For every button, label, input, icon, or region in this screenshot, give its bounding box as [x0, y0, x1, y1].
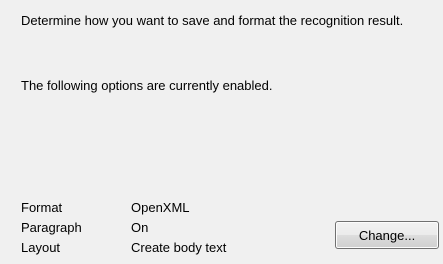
change-button[interactable]: Change... — [335, 221, 439, 249]
setting-value: Create body text — [131, 240, 227, 255]
setting-row-layout: Layout Create body text — [21, 238, 226, 258]
setting-row-paragraph: Paragraph On — [21, 218, 226, 238]
setting-row-format: Format OpenXML — [21, 198, 226, 218]
setting-label: Layout — [21, 240, 61, 255]
setting-value: OpenXML — [131, 200, 190, 215]
current-settings-list: Format OpenXML Paragraph On Layout Creat… — [21, 198, 226, 258]
setting-label: Format — [21, 200, 63, 215]
setting-value: On — [131, 220, 149, 235]
enabled-options-note: The following options are currently enab… — [21, 78, 273, 93]
setting-label: Paragraph — [21, 220, 82, 235]
instruction-text: Determine how you want to save and forma… — [21, 13, 404, 28]
save-format-panel: Determine how you want to save and forma… — [0, 0, 443, 264]
